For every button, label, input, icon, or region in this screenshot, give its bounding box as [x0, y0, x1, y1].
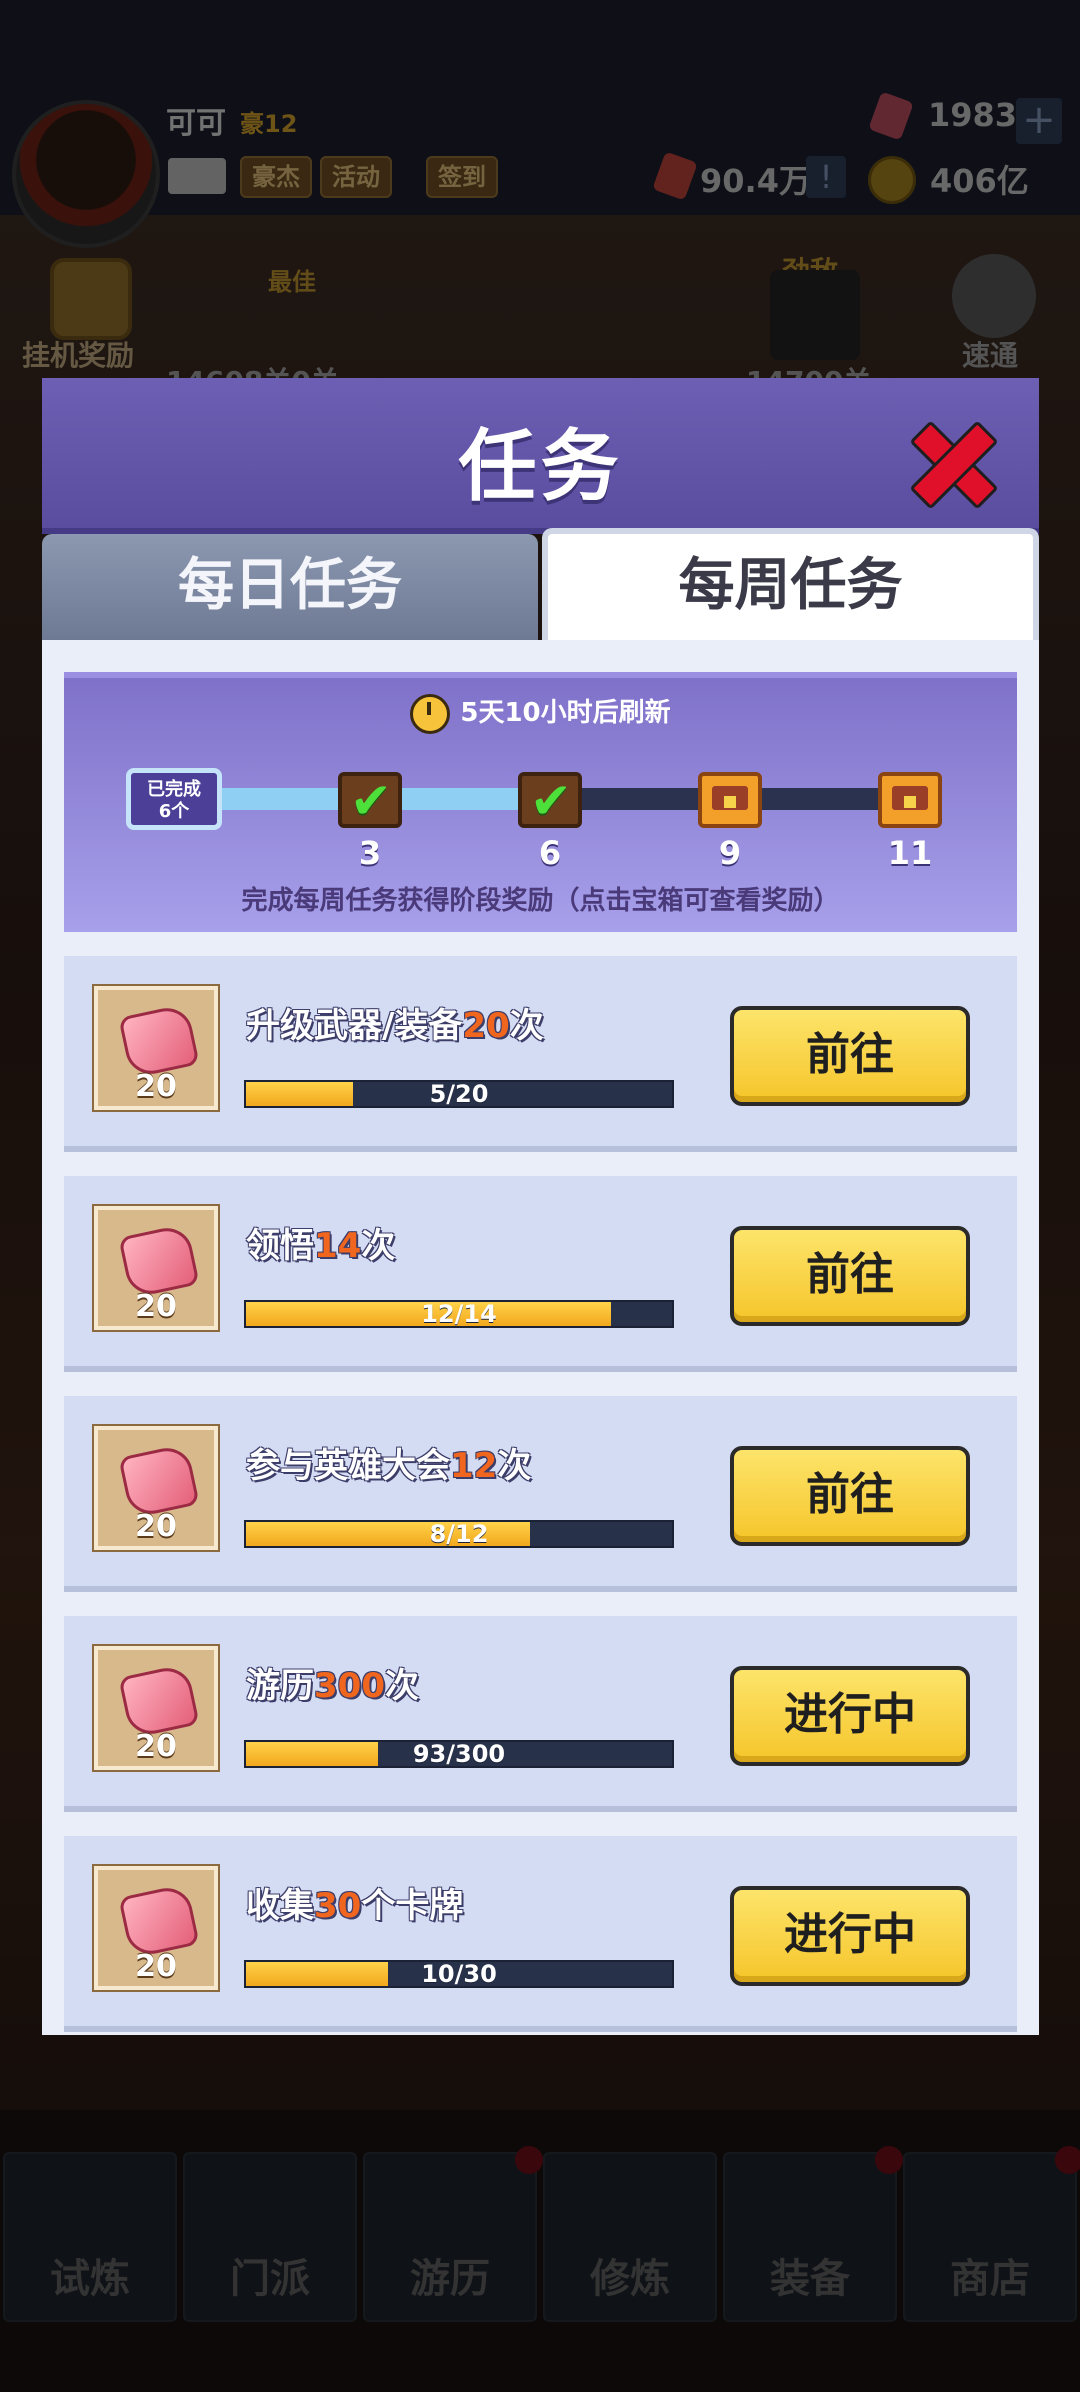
task-progress-text: 10/30 [421, 1960, 497, 1988]
completed-label: 已完成 [147, 779, 201, 800]
task-go-button[interactable]: 进行中 [730, 1886, 970, 1986]
task-title: 收集30个卡牌 [246, 1878, 463, 1927]
task-target-count: 30 [314, 1886, 362, 1926]
task-title-text: 升级武器/装备 [246, 1006, 463, 1046]
reward-quantity: 20 [135, 1289, 177, 1324]
dialog-title: 任务 [458, 422, 623, 512]
task-go-button[interactable]: 进行中 [730, 1666, 970, 1766]
reward-item[interactable]: 20 [94, 986, 218, 1110]
reward-quantity: 20 [135, 1729, 177, 1764]
milestone-label: 3 [358, 834, 382, 872]
task-row: 20 参与英雄大会12次 8/12 前往 [64, 1396, 1017, 1592]
task-title-text: 参与英雄大会 [246, 1446, 450, 1486]
task-title-text: 游历 [246, 1666, 314, 1706]
gem-icon [118, 1443, 200, 1519]
task-progress-bar: 93/300 [244, 1740, 674, 1768]
weekly-progress-panel: 5天10小时后刷新 已完成 6个 ✔ 3 ✔ 6 9 11 完成每周任务获得阶段奖励（点击… [64, 672, 1017, 932]
gem-icon [118, 1663, 200, 1739]
task-progress-bar: 10/30 [244, 1960, 674, 1988]
task-target-count: 14 [314, 1226, 362, 1266]
task-title: 领悟14次 [246, 1218, 395, 1267]
task-title: 升级武器/装备20次 [246, 998, 544, 1047]
reward-item[interactable]: 20 [94, 1646, 218, 1770]
task-progress-bar: 8/12 [244, 1520, 674, 1548]
milestone-chest[interactable]: ✔ [518, 772, 582, 828]
reward-quantity: 20 [135, 1509, 177, 1544]
task-progress-bar: 5/20 [244, 1080, 674, 1108]
check-icon: ✔ [530, 772, 572, 830]
task-row: 20 升级武器/装备20次 5/20 前往 [64, 956, 1017, 1152]
task-title-text: 领悟 [246, 1226, 314, 1266]
task-go-button[interactable]: 前往 [730, 1226, 970, 1326]
task-progress-text: 93/300 [412, 1740, 506, 1768]
milestone-chest[interactable] [878, 772, 942, 828]
task-title-suffix: 个卡牌 [361, 1886, 464, 1926]
task-title: 游历300次 [246, 1658, 419, 1707]
task-title-suffix: 次 [509, 1006, 544, 1046]
task-row: 20 收集30个卡牌 10/30 进行中 [64, 1836, 1017, 2032]
tab-daily[interactable]: 每日任务 [42, 534, 538, 640]
task-progress-bar: 12/14 [244, 1300, 674, 1328]
task-target-count: 20 [462, 1006, 510, 1046]
refresh-text: 5天10小时后刷新 [460, 698, 671, 728]
task-dialog: 任务 每日任务 每周任务 5天10小时后刷新 已完成 6个 ✔ 3 ✔ 6 9 11 完成… [42, 378, 1039, 2035]
tab-weekly[interactable]: 每周任务 [542, 528, 1039, 640]
reward-quantity: 20 [135, 1069, 177, 1104]
milestone-label: 11 [887, 834, 933, 872]
clock-icon [410, 693, 451, 734]
task-go-button[interactable]: 前往 [730, 1006, 970, 1106]
milestone-label: 9 [718, 834, 742, 872]
milestone-chest[interactable]: ✔ [338, 772, 402, 828]
task-row: 20 游历300次 93/300 进行中 [64, 1616, 1017, 1812]
reward-item[interactable]: 20 [94, 1426, 218, 1550]
task-title-suffix: 次 [361, 1226, 396, 1266]
refresh-timer: 5天10小时后刷新 [64, 692, 1017, 734]
task-target-count: 12 [450, 1446, 498, 1486]
reward-item[interactable]: 20 [94, 1206, 218, 1330]
reward-quantity: 20 [135, 1949, 177, 1984]
gem-icon [118, 1003, 200, 1079]
check-icon: ✔ [350, 772, 392, 830]
dialog-body: 5天10小时后刷新 已完成 6个 ✔ 3 ✔ 6 9 11 完成每周任务获得阶段奖励（点击… [42, 640, 1039, 2035]
task-progress-text: 8/12 [429, 1520, 489, 1548]
task-target-count: 300 [314, 1666, 385, 1706]
task-go-button[interactable]: 前往 [730, 1446, 970, 1546]
progress-note: 完成每周任务获得阶段奖励（点击宝箱可查看奖励） [241, 886, 840, 916]
task-progress-text: 5/20 [429, 1080, 489, 1108]
milestone-label: 6 [538, 834, 562, 872]
close-button[interactable] [904, 416, 999, 510]
task-title-suffix: 次 [497, 1446, 532, 1486]
milestone-chest[interactable] [698, 772, 762, 828]
task-title: 参与英雄大会12次 [246, 1438, 531, 1487]
task-row: 20 领悟14次 12/14 前往 [64, 1176, 1017, 1372]
task-title-suffix: 次 [384, 1666, 419, 1706]
task-progress-text: 12/14 [421, 1300, 497, 1328]
gem-icon [118, 1223, 200, 1299]
gem-icon [118, 1883, 200, 1959]
completed-count: 6个 [158, 801, 190, 822]
reward-item[interactable]: 20 [94, 1866, 218, 1990]
dialog-header: 任务 [42, 378, 1039, 534]
task-title-text: 收集 [246, 1886, 314, 1926]
completed-count-badge: 已完成 6个 [126, 768, 222, 830]
